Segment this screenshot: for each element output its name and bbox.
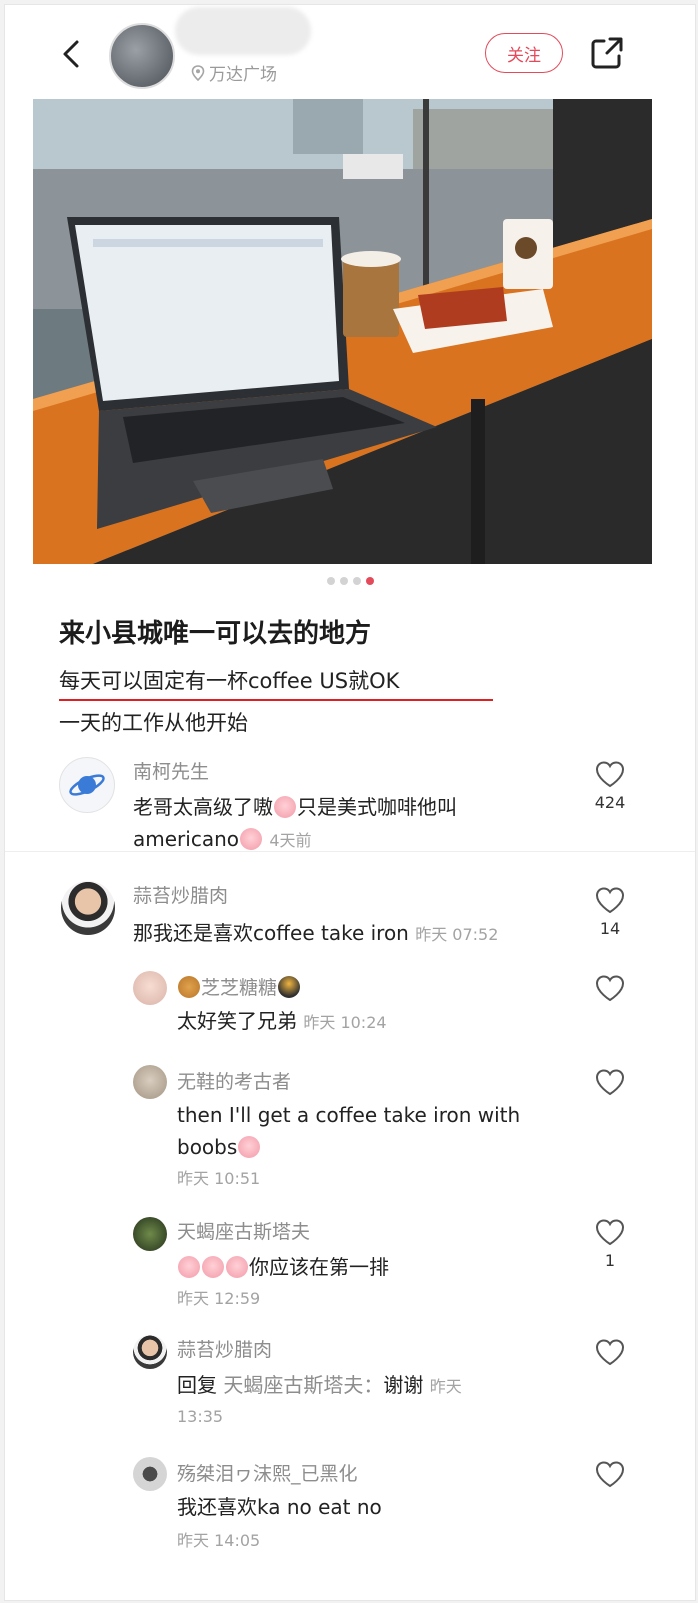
- like-control[interactable]: 424: [593, 759, 627, 812]
- reply-avatar[interactable]: [133, 1065, 167, 1099]
- comment-time: 昨天 07:52: [415, 925, 499, 944]
- reply-author[interactable]: 无鞋的考古者: [177, 1067, 291, 1094]
- comment-author[interactable]: 蒜苔炒腊肉: [133, 881, 228, 908]
- like-control[interactable]: 1: [593, 1217, 627, 1270]
- like-count: 14: [599, 919, 621, 938]
- heart-icon[interactable]: [594, 885, 626, 915]
- like-control[interactable]: [593, 973, 627, 1003]
- reply-avatar[interactable]: [133, 1217, 167, 1251]
- reply-prefix: 回复: [177, 1373, 217, 1397]
- carousel-dot[interactable]: [326, 577, 335, 585]
- planet-icon: [69, 774, 105, 796]
- reply-text: 太好笑了兄弟 昨天 10:24: [177, 1005, 387, 1039]
- comment-text: 老哥太高级了嗷 只是美式咖啡他叫: [133, 791, 457, 823]
- divider: [5, 851, 695, 852]
- reply-text: 你应该在第一排: [177, 1251, 389, 1283]
- cookie-emoji-icon: [178, 976, 200, 998]
- heart-icon[interactable]: [594, 1067, 626, 1097]
- cafe-laptop-image: [33, 99, 652, 564]
- carousel-indicator: [5, 577, 695, 585]
- comment-avatar[interactable]: [61, 881, 115, 935]
- reply-time: 昨天 10:51: [177, 1169, 261, 1188]
- post-detail-card: 万达广场 关注 来小县城唯一可以去的地方 每天可以固定有一杯coffee US就…: [4, 4, 696, 1601]
- rice-ball-emoji-icon: [278, 976, 301, 998]
- like-control[interactable]: [593, 1459, 627, 1489]
- heart-icon[interactable]: [594, 1217, 626, 1247]
- comment-text-part: 那我还是喜欢coffee take iron: [133, 921, 409, 945]
- like-control[interactable]: [593, 1337, 627, 1367]
- share-icon[interactable]: [589, 35, 625, 71]
- heart-icon[interactable]: [594, 1337, 626, 1367]
- reply-text: boobs: [177, 1131, 261, 1163]
- reply-text: 我还喜欢ka no eat no: [177, 1495, 382, 1519]
- comment-author[interactable]: 南柯先生: [133, 757, 209, 784]
- location-label: 万达广场: [209, 65, 277, 85]
- crying-emoji-icon: [274, 796, 296, 818]
- reply-text: then I'll get a coffee take iron with: [177, 1103, 521, 1127]
- reply-text-part: 谢谢: [383, 1373, 424, 1397]
- follow-button[interactable]: 关注: [485, 33, 563, 73]
- location-pin-icon: [191, 64, 205, 81]
- reply-author[interactable]: 蒜苔炒腊肉: [177, 1335, 272, 1362]
- comment-text-part: americano: [133, 827, 239, 851]
- reply-time: 昨天 10:24: [303, 1013, 387, 1032]
- heart-icon[interactable]: [594, 1459, 626, 1489]
- reply-avatar[interactable]: [133, 1457, 167, 1491]
- reply-text-part: 太好笑了兄弟: [177, 1009, 297, 1033]
- reply-time: 昨天: [429, 1377, 462, 1396]
- reply-author[interactable]: 殇桀泪ヮ沫熙_已黑化: [177, 1459, 358, 1486]
- header-bar: 万达广场 关注: [5, 5, 695, 101]
- reply-time: 13:35: [177, 1407, 224, 1426]
- carousel-dot[interactable]: [339, 577, 348, 585]
- heart-icon[interactable]: [594, 973, 626, 1003]
- blushing-emoji-icon: [238, 1136, 261, 1158]
- reply-target-user[interactable]: 天蝎座古斯塔夫：: [223, 1373, 383, 1397]
- comment-text: 那我还是喜欢coffee take iron 昨天 07:52: [133, 917, 498, 951]
- location-tag[interactable]: 万达广场: [191, 60, 277, 85]
- like-control[interactable]: [593, 1067, 627, 1097]
- post-body-line-2: 一天的工作从他开始: [59, 711, 248, 735]
- comment-text-part: 老哥太高级了嗷: [133, 795, 273, 819]
- comment-time: 4天前: [269, 831, 312, 850]
- blushing-emoji-icon: [202, 1256, 224, 1278]
- reply-author-name: 芝芝糖糖: [201, 977, 278, 999]
- heart-icon[interactable]: [594, 759, 626, 789]
- reply-text-part: boobs: [177, 1135, 238, 1159]
- reply-author[interactable]: 天蝎座古斯塔夫: [177, 1217, 310, 1244]
- reply-time: 昨天 14:05: [177, 1531, 261, 1550]
- carousel-dot[interactable]: [352, 577, 361, 585]
- post-title: 来小县城唯一可以去的地方: [59, 619, 372, 649]
- like-count: 1: [604, 1251, 616, 1270]
- comment-text-part: 只是美式咖啡他叫: [297, 795, 457, 819]
- reply-author[interactable]: 芝芝糖糖: [177, 973, 301, 1000]
- author-name-blurred: [175, 7, 311, 55]
- reply-text-part: 你应该在第一排: [249, 1255, 389, 1279]
- post-body-line-1: 每天可以固定有一杯coffee US就OK: [59, 669, 400, 693]
- reply-text: 回复 天蝎座古斯塔夫：谢谢 昨天: [177, 1369, 462, 1403]
- crying-emoji-icon: [240, 828, 262, 850]
- like-count: 424: [594, 793, 626, 812]
- carousel-dot-active[interactable]: [365, 577, 374, 585]
- post-photo[interactable]: [33, 99, 652, 564]
- reply-time: 昨天 12:59: [177, 1289, 261, 1308]
- comment-avatar[interactable]: [59, 757, 115, 813]
- back-arrow-icon[interactable]: [57, 39, 87, 69]
- underline-annotation: [59, 699, 493, 701]
- reply-avatar[interactable]: [133, 1335, 167, 1369]
- like-control[interactable]: 14: [593, 885, 627, 938]
- blushing-emoji-icon: [226, 1256, 248, 1278]
- author-avatar[interactable]: [109, 23, 175, 89]
- blushing-emoji-icon: [178, 1256, 200, 1278]
- reply-avatar[interactable]: [133, 971, 167, 1005]
